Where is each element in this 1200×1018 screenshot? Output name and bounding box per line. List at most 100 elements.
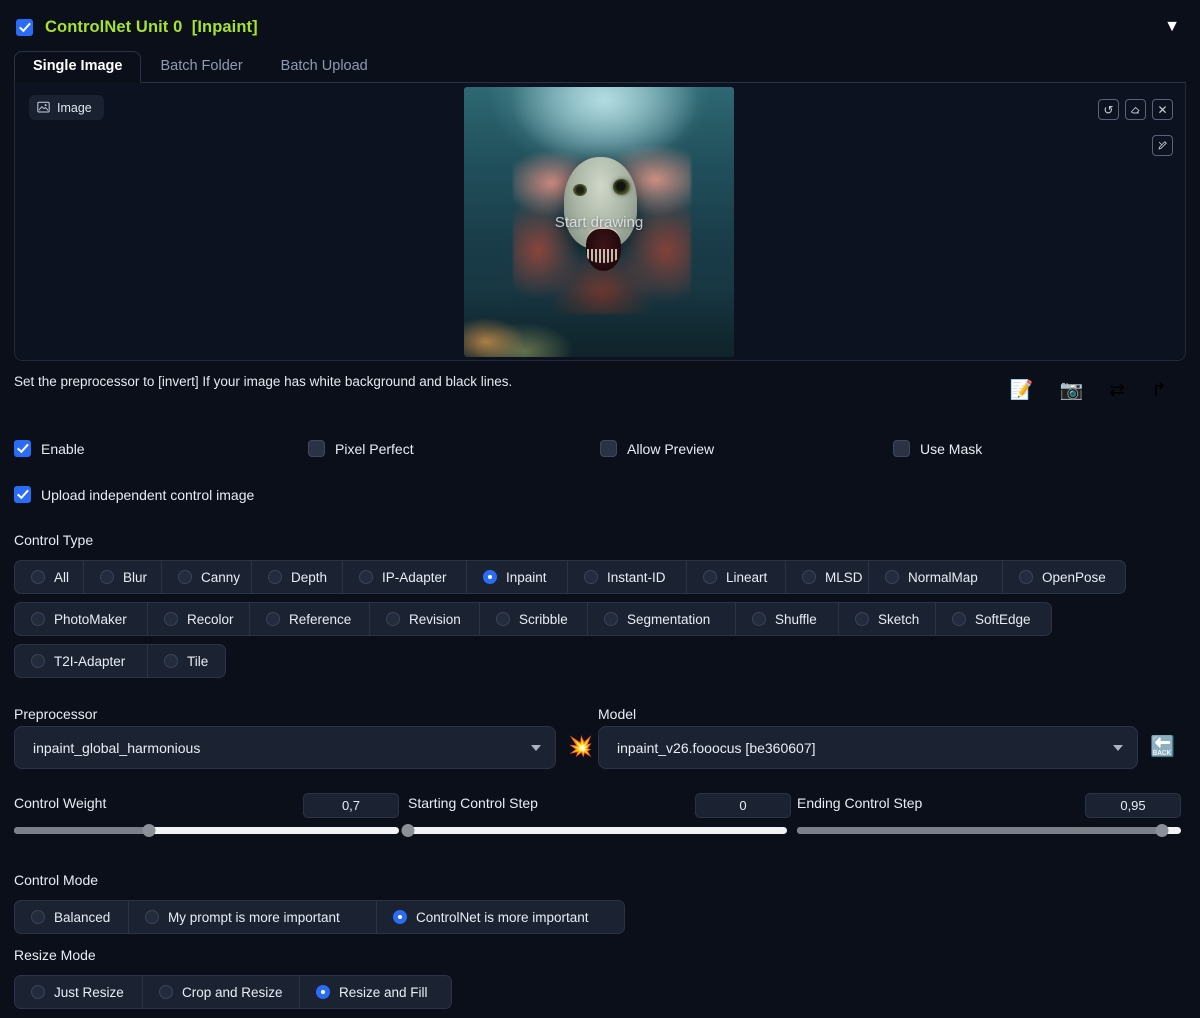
camera-icon[interactable]: 📷: [1059, 381, 1083, 400]
radio-icon: [386, 612, 400, 626]
control-type-recolor[interactable]: Recolor: [148, 602, 250, 636]
ending-control-step-value[interactable]: 0,95: [1085, 793, 1181, 818]
undo-icon[interactable]: ↺: [1098, 99, 1119, 120]
checkbox-enable[interactable]: Enable: [14, 440, 308, 457]
resize-mode-option-label: Resize and Fill: [339, 984, 428, 1000]
control-type-option-label: Scribble: [519, 611, 568, 627]
enable-checkbox-box[interactable]: [14, 440, 31, 457]
control-type-depth[interactable]: Depth: [252, 560, 343, 594]
eraser-icon[interactable]: [1125, 99, 1146, 120]
checkbox-allow-preview[interactable]: Allow Preview: [600, 440, 893, 457]
checkbox-enable-label: Enable: [41, 440, 85, 457]
control-type-all[interactable]: All: [14, 560, 84, 594]
tab-batch-folder[interactable]: Batch Folder: [141, 51, 261, 83]
control-type-canny[interactable]: Canny: [162, 560, 252, 594]
control-type-row: T2I-Adapter Tile: [14, 644, 1126, 678]
chevron-down-icon: [531, 744, 541, 751]
control-type-photomaker[interactable]: PhotoMaker: [14, 602, 148, 636]
preprocessor-dropdown[interactable]: inpaint_global_harmonious: [14, 726, 556, 769]
unit-name-label: ControlNet Unit 0: [45, 17, 183, 36]
unit-enable-checkbox[interactable]: [16, 18, 33, 36]
control-type-segmentation[interactable]: Segmentation: [588, 602, 736, 636]
memo-icon[interactable]: 📝: [1010, 381, 1034, 400]
control-type-ip-adapter[interactable]: IP-Adapter: [343, 560, 467, 594]
control-image-preview[interactable]: Start drawing: [464, 87, 734, 357]
control-type-openpose[interactable]: OpenPose: [1003, 560, 1126, 594]
radio-icon: [316, 985, 330, 999]
control-type-reference[interactable]: Reference: [250, 602, 370, 636]
checkbox-use-mask[interactable]: Use Mask: [893, 440, 982, 457]
control-type-shuffle[interactable]: Shuffle: [736, 602, 839, 636]
chevron-down-icon[interactable]: ▼: [1164, 19, 1180, 35]
control-type-sketch[interactable]: Sketch: [839, 602, 936, 636]
swap-icon[interactable]: ⇄: [1109, 381, 1125, 400]
radio-icon: [483, 570, 497, 584]
control-mode-balanced[interactable]: Balanced: [14, 900, 129, 934]
ending-control-step-label: Ending Control Step: [797, 795, 923, 811]
resize-mode-option-label: Just Resize: [54, 984, 124, 1000]
control-type-revision[interactable]: Revision: [370, 602, 480, 636]
model-dropdown[interactable]: inpaint_v26.fooocus [be360607]: [598, 726, 1138, 769]
tab-batch-upload[interactable]: Batch Upload: [262, 51, 387, 83]
photo-seabed: [464, 286, 734, 357]
control-type-inpaint[interactable]: Inpaint: [467, 560, 568, 594]
control-type-mlsd[interactable]: MLSD: [786, 560, 869, 594]
radio-icon: [159, 985, 173, 999]
resize-mode-row: Just Resize Crop and Resize Resize and Fil…: [14, 975, 452, 1009]
radio-icon: [268, 570, 282, 584]
slider-thumb[interactable]: [1155, 824, 1169, 837]
control-type-instant-id[interactable]: Instant-ID: [568, 560, 687, 594]
send-icon[interactable]: ↱: [1151, 381, 1167, 400]
checkbox-upload-independent[interactable]: Upload independent control image: [14, 486, 254, 503]
resize-mode-crop-and-resize[interactable]: Crop and Resize: [143, 975, 300, 1009]
image-action-icons: 📝 📷 ⇄ ↱: [1010, 381, 1167, 400]
tab-single-image[interactable]: Single Image: [14, 51, 142, 83]
control-type-softedge[interactable]: SoftEdge: [936, 602, 1052, 636]
checkbox-upload-independent-label: Upload independent control image: [41, 486, 255, 503]
control-type-normalmap[interactable]: NormalMap: [869, 560, 1003, 594]
control-type-lineart[interactable]: Lineart: [687, 560, 786, 594]
allow-preview-checkbox-box[interactable]: [600, 440, 617, 457]
control-type-option-label: NormalMap: [908, 569, 978, 585]
end-arrow-icon[interactable]: 🔙: [1150, 737, 1175, 757]
control-mode-controlnet-is-more-important[interactable]: ControlNet is more important: [377, 900, 625, 934]
canvas-tool-group: ↺ ✕: [1098, 99, 1173, 120]
control-type-scribble[interactable]: Scribble: [480, 602, 588, 636]
slider-thumb[interactable]: [401, 824, 415, 837]
brush-icon[interactable]: [1152, 135, 1173, 156]
pixel-perfect-checkbox-box[interactable]: [308, 440, 325, 457]
starting-control-step-value[interactable]: 0: [695, 793, 791, 818]
control-type-option-label: Instant-ID: [607, 569, 666, 585]
resize-mode-just-resize[interactable]: Just Resize: [14, 975, 143, 1009]
image-canvas-panel: Image Start drawing ↺ ✕: [14, 83, 1186, 361]
control-mode-my-prompt-is-more-important[interactable]: My prompt is more important: [129, 900, 377, 934]
control-mode-option-label: ControlNet is more important: [416, 909, 589, 925]
radio-icon: [164, 654, 178, 668]
control-mode-option-label: Balanced: [54, 909, 111, 925]
control-type-option-label: IP-Adapter: [382, 569, 447, 585]
radio-icon: [752, 612, 766, 626]
close-icon[interactable]: ✕: [1152, 99, 1173, 120]
explosion-icon[interactable]: 💥: [568, 737, 593, 757]
control-type-option-label: Reference: [289, 611, 352, 627]
upload-independent-checkbox-box[interactable]: [14, 486, 31, 503]
ending-control-step-slider[interactable]: [797, 824, 1181, 837]
control-type-tile[interactable]: Tile: [148, 644, 226, 678]
page-title: ControlNet Unit 0 [Inpaint]: [45, 18, 258, 37]
control-type-option-label: PhotoMaker: [54, 611, 127, 627]
control-type-blur[interactable]: Blur: [84, 560, 162, 594]
image-tab-chip[interactable]: Image: [29, 95, 104, 120]
slider-thumb[interactable]: [142, 824, 156, 837]
control-weight-value[interactable]: 0,7: [303, 793, 399, 818]
control-type-option-label: MLSD: [825, 569, 863, 585]
starting-control-step-slider[interactable]: [401, 824, 787, 837]
use-mask-checkbox-box[interactable]: [893, 440, 910, 457]
radio-icon: [359, 570, 373, 584]
resize-mode-resize-and-fill[interactable]: Resize and Fill: [300, 975, 452, 1009]
control-mode-group: Balanced My prompt is more important Contr…: [14, 900, 625, 934]
checkbox-pixel-perfect[interactable]: Pixel Perfect: [308, 440, 600, 457]
accordion-header[interactable]: ControlNet Unit 0 [Inpaint] ▼: [10, 8, 1190, 46]
control-weight-slider[interactable]: [14, 824, 399, 837]
image-icon: [37, 101, 50, 114]
control-type-t2i-adapter[interactable]: T2I-Adapter: [14, 644, 148, 678]
